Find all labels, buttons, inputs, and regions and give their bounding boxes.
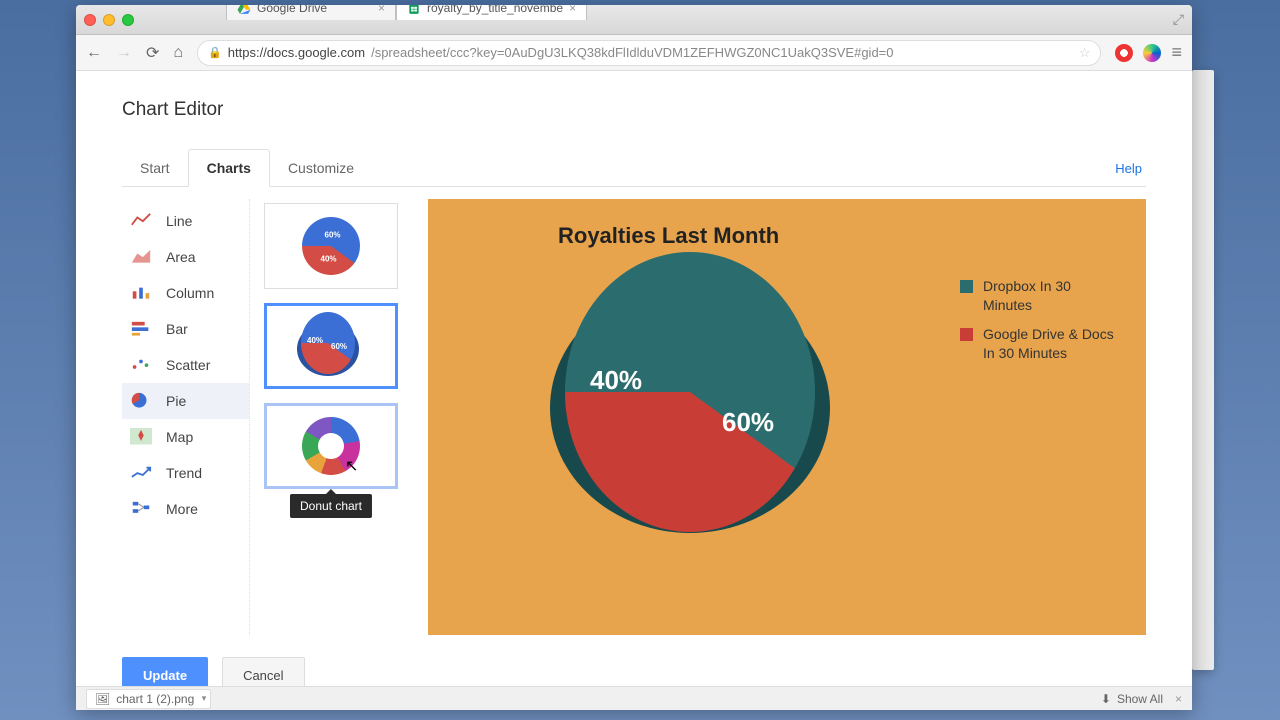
reload-button[interactable]: ⟳ [146, 43, 159, 63]
zoom-window-icon[interactable] [122, 14, 134, 26]
legend-item: Dropbox In 30 Minutes [960, 277, 1120, 315]
type-label: Scatter [166, 357, 210, 373]
close-bar-icon[interactable]: × [1175, 692, 1182, 706]
thumb-label: 60% [331, 342, 347, 351]
legend-swatch [960, 280, 973, 293]
thumb-pie-3d[interactable]: 40% 60% [264, 303, 398, 389]
thumb-pie-2d[interactable]: 40% 60% [264, 203, 398, 289]
browser-window: Google Drive × royalty_by_title_novembe … [76, 5, 1192, 710]
tab-start[interactable]: Start [122, 150, 188, 186]
show-all-label: Show All [1117, 692, 1163, 706]
tooltip: Donut chart [290, 494, 372, 518]
legend-label: Dropbox In 30 Minutes [983, 277, 1120, 315]
editor-body: Line Area Column Bar Scatter [122, 187, 1146, 635]
expand-icon[interactable]: ⤢ [1173, 11, 1184, 28]
chart-preview: Royalties Last Month 40% 60% Dropbox In … [428, 199, 1146, 635]
type-label: Pie [166, 393, 186, 409]
tab-label: royalty_by_title_novembe [427, 5, 563, 15]
page-content: Chart Editor Start Charts Customize Help… [76, 71, 1192, 686]
chart-legend: Dropbox In 30 Minutes Google Drive & Doc… [960, 277, 1120, 373]
chart-title: Royalties Last Month [550, 223, 1124, 249]
pie-chart: 40% 60% [550, 267, 840, 527]
type-area[interactable]: Area [122, 239, 249, 275]
scatter-chart-icon [130, 356, 152, 374]
editor-tabs: Start Charts Customize Help [122, 149, 1146, 187]
area-chart-icon [130, 248, 152, 266]
type-label: More [166, 501, 198, 517]
titlebar: Google Drive × royalty_by_title_novembe … [76, 5, 1192, 35]
legend-swatch [960, 328, 973, 341]
type-map[interactable]: Map [122, 419, 249, 455]
downloads-bar: 🖼 chart 1 (2).png ⬇ Show All × [76, 686, 1192, 710]
extension-icon[interactable] [1143, 44, 1161, 62]
type-bar[interactable]: Bar [122, 311, 249, 347]
type-line[interactable]: Line [122, 203, 249, 239]
browser-tabs: Google Drive × royalty_by_title_novembe … [226, 5, 587, 20]
tab-customize[interactable]: Customize [270, 150, 372, 186]
image-file-icon: 🖼 [95, 692, 110, 706]
type-label: Line [166, 213, 192, 229]
type-label: Area [166, 249, 196, 265]
update-button[interactable]: Update [122, 657, 208, 686]
thumb-label: 40% [320, 254, 336, 263]
type-label: Map [166, 429, 193, 445]
trend-chart-icon [130, 464, 152, 482]
tab-label: Google Drive [257, 5, 327, 15]
drive-favicon-icon [237, 5, 251, 15]
close-tab-icon[interactable]: × [378, 5, 385, 15]
url-path: /spreadsheet/ccc?key=0AuDgU3LKQ38kdFlIdl… [371, 45, 893, 60]
dialog-buttons: Update Cancel [122, 635, 305, 686]
legend-label: Google Drive & Docs In 30 Minutes [983, 325, 1120, 363]
thumb-donut[interactable]: ↖ Donut chart [264, 403, 398, 489]
thumb-label: 60% [324, 230, 340, 239]
forward-button[interactable]: → [116, 44, 132, 62]
map-chart-icon [130, 428, 152, 446]
address-bar: ← → ⟳ ⌂ 🔒 https://docs.google.com/spread… [76, 35, 1192, 71]
slice-label-40: 40% [590, 365, 642, 396]
tab-charts[interactable]: Charts [188, 149, 270, 187]
type-more[interactable]: More [122, 491, 249, 527]
pie-chart-icon [130, 392, 152, 410]
url-host: https://docs.google.com [228, 45, 365, 60]
bookmark-icon[interactable]: ☆ [1079, 45, 1091, 61]
type-column[interactable]: Column [122, 275, 249, 311]
menu-icon[interactable]: ≡ [1171, 42, 1182, 63]
bar-chart-icon [130, 320, 152, 338]
download-chip[interactable]: 🖼 chart 1 (2).png [86, 689, 211, 709]
thumb-label: 40% [307, 336, 323, 345]
legend-item: Google Drive & Docs In 30 Minutes [960, 325, 1120, 363]
pie-subtypes: 40% 60% 40% 60% ↖ Donut chart [250, 199, 410, 635]
tab-spreadsheet[interactable]: royalty_by_title_novembe × [396, 5, 587, 20]
tab-google-drive[interactable]: Google Drive × [226, 5, 396, 20]
background-panel [1192, 70, 1214, 670]
slice-label-60: 60% [722, 407, 774, 438]
type-trend[interactable]: Trend [122, 455, 249, 491]
cancel-button[interactable]: Cancel [222, 657, 304, 686]
url-field[interactable]: 🔒 https://docs.google.com/spreadsheet/cc… [197, 40, 1101, 66]
column-chart-icon [130, 284, 152, 302]
page-title: Chart Editor [122, 99, 1146, 121]
type-label: Column [166, 285, 214, 301]
minimize-window-icon[interactable] [103, 14, 115, 26]
line-chart-icon [130, 212, 152, 230]
lock-icon: 🔒 [208, 46, 222, 59]
more-chart-icon [130, 500, 152, 518]
help-link[interactable]: Help [1111, 151, 1146, 186]
show-all-downloads[interactable]: ⬇ Show All × [1101, 692, 1182, 706]
window-controls [84, 14, 134, 26]
type-label: Bar [166, 321, 188, 337]
close-window-icon[interactable] [84, 14, 96, 26]
extension-icons: ≡ [1115, 42, 1182, 63]
type-scatter[interactable]: Scatter [122, 347, 249, 383]
chart-type-list: Line Area Column Bar Scatter [122, 199, 250, 635]
type-pie[interactable]: Pie [122, 383, 249, 419]
home-button[interactable]: ⌂ [173, 44, 183, 62]
sheets-favicon-icon [407, 5, 421, 15]
back-button[interactable]: ← [86, 44, 102, 62]
extension-icon[interactable] [1115, 44, 1133, 62]
close-tab-icon[interactable]: × [569, 5, 576, 15]
type-label: Trend [166, 465, 202, 481]
download-filename: chart 1 (2).png [116, 692, 194, 706]
download-icon: ⬇ [1101, 692, 1111, 706]
